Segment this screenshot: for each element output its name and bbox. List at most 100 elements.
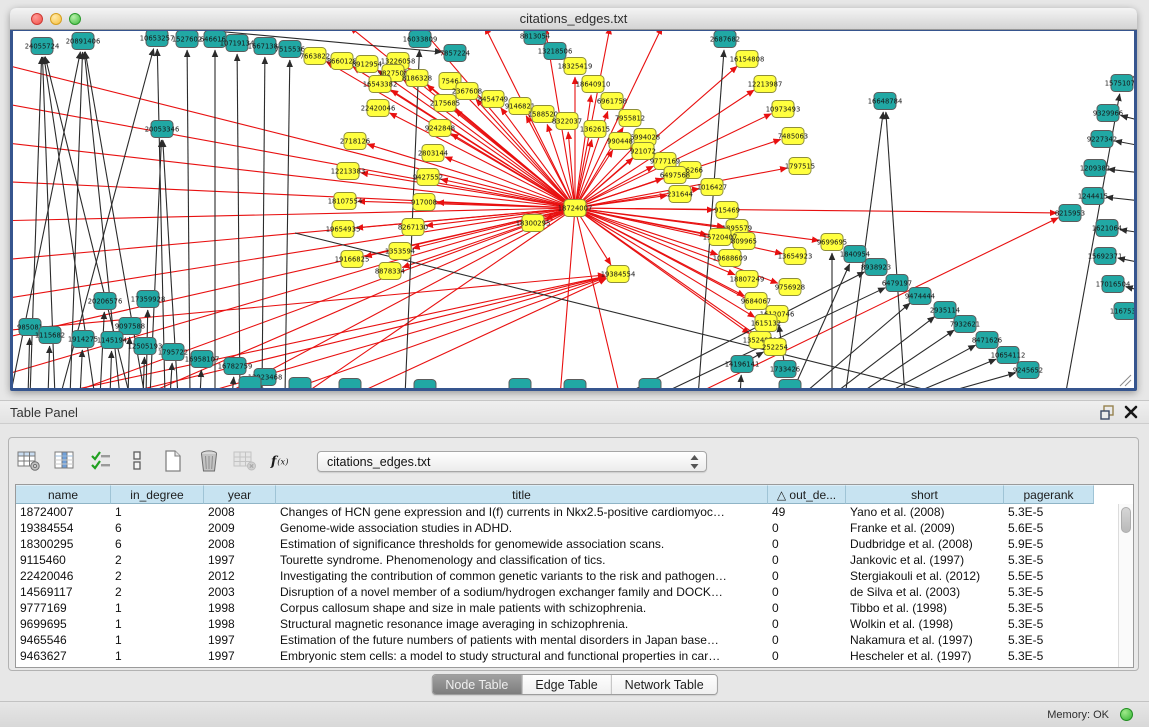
graph-node[interactable]: 18807249 — [730, 271, 765, 288]
table-select-dropdown[interactable]: citations_edges.txt — [317, 451, 707, 472]
graph-node[interactable]: 2367608 — [452, 83, 482, 100]
table-cell[interactable]: 5.5E-5 — [1004, 568, 1094, 584]
graph-node[interactable] — [289, 378, 311, 389]
graph-node[interactable]: 1588520 — [528, 106, 558, 123]
graph-node[interactable]: 9245652 — [1013, 362, 1043, 379]
table-cell[interactable]: Franke et al. (2009) — [846, 520, 1004, 536]
graph-edge[interactable] — [1133, 71, 1134, 77]
table-cell[interactable]: Stergiakouli et al. (2012) — [846, 568, 1004, 584]
graph-edge[interactable] — [855, 330, 954, 388]
graph-node[interactable]: 10654112 — [991, 347, 1026, 364]
graph-edge[interactable] — [110, 277, 605, 388]
delete-trash-icon[interactable] — [197, 449, 221, 473]
table-cell[interactable]: 0 — [768, 568, 846, 584]
table-cell[interactable]: 1 — [111, 632, 204, 648]
table-row[interactable]: 1456911722003Disruption of a novel membe… — [16, 584, 1118, 600]
graph-edge[interactable] — [215, 31, 442, 52]
table-cell[interactable]: 9699695 — [16, 616, 111, 632]
table-cell[interactable]: 0 — [768, 600, 846, 616]
graph-node[interactable]: 1797515 — [785, 158, 815, 175]
graph-edge[interactable] — [800, 303, 910, 388]
graph-node[interactable]: 9227342 — [1087, 131, 1117, 148]
column-header-out_de[interactable]: △ out_de... — [768, 485, 846, 504]
table-row[interactable]: 1830029562008Estimation of significance … — [16, 536, 1118, 552]
graph-node[interactable]: 20206576 — [88, 293, 123, 310]
graph-edge[interactable] — [1120, 230, 1134, 233]
graph-node[interactable]: 15751074 — [1105, 75, 1134, 92]
graph-node[interactable]: 8322037 — [552, 113, 582, 130]
show-columns-icon[interactable] — [53, 449, 77, 473]
table-cell[interactable]: Investigating the contribution of common… — [276, 568, 768, 584]
table-cell[interactable]: Disruption of a novel member of a sodium… — [276, 584, 768, 600]
table-cell[interactable]: Structural magnetic resonance image aver… — [276, 616, 768, 632]
table-cell[interactable]: 5.3E-5 — [1004, 504, 1094, 520]
table-cell[interactable]: 1998 — [204, 616, 276, 632]
graph-node[interactable]: 9242848 — [425, 120, 455, 137]
table-cell[interactable]: 2 — [111, 568, 204, 584]
table-cell[interactable]: Tourette syndrome. Phenomenology and cla… — [276, 552, 768, 568]
graph-node[interactable]: 7485063 — [778, 128, 808, 145]
new-column-document-icon[interactable] — [161, 449, 185, 473]
table-cell[interactable]: 2012 — [204, 568, 276, 584]
window-titlebar[interactable]: citations_edges.txt — [10, 8, 1137, 30]
graph-node[interactable]: 22420046 — [361, 100, 396, 117]
graph-node[interactable]: 252254 — [762, 339, 788, 356]
column-header-title[interactable]: title — [276, 485, 768, 504]
graph-node[interactable]: 9329966 — [1093, 105, 1123, 122]
graph-node[interactable]: 8813054 — [520, 31, 550, 45]
graph-node[interactable]: 990448 — [607, 133, 633, 150]
graph-edge[interactable] — [110, 351, 112, 388]
graph-node[interactable]: 17359928 — [131, 291, 166, 308]
graph-edge[interactable] — [13, 208, 575, 221]
graph-node[interactable]: 8267130 — [398, 219, 428, 236]
graph-node[interactable]: 9699695 — [817, 234, 847, 251]
graph-edge[interactable] — [262, 57, 265, 388]
network-canvas[interactable]: 2405572420891406106532571527602646616110… — [13, 31, 1134, 388]
table-cell[interactable]: 6 — [111, 520, 204, 536]
graph-node[interactable]: 8215953 — [1055, 205, 1085, 222]
table-cell[interactable]: 0 — [768, 520, 846, 536]
table-row[interactable]: 1938455462009Genome-wide association stu… — [16, 520, 1118, 536]
graph-edge[interactable] — [575, 178, 663, 208]
table-cell[interactable]: 0 — [768, 552, 846, 568]
table-cell[interactable]: 5.6E-5 — [1004, 520, 1094, 536]
table-cell[interactable]: 19384554 — [16, 520, 111, 536]
table-cell[interactable]: 1998 — [204, 600, 276, 616]
select-rows-checks-icon[interactable] — [89, 449, 113, 473]
float-panel-icon[interactable] — [1099, 405, 1115, 421]
graph-node[interactable] — [779, 380, 801, 389]
table-cell[interactable]: 0 — [768, 584, 846, 600]
table-cell[interactable]: 5.3E-5 — [1004, 600, 1094, 616]
graph-node[interactable]: 24055724 — [25, 38, 60, 55]
graph-node[interactable]: 7857224 — [440, 45, 470, 62]
graph-node[interactable]: 1244415 — [1078, 188, 1108, 205]
graph-node[interactable]: 16648784 — [868, 93, 903, 110]
table-cell[interactable]: 2 — [111, 584, 204, 600]
graph-node[interactable] — [239, 377, 261, 389]
table-cell[interactable]: 9465546 — [16, 632, 111, 648]
graph-edge[interactable] — [200, 370, 201, 388]
graph-node[interactable]: 10973493 — [766, 101, 801, 118]
table-cell[interactable]: 1997 — [204, 648, 276, 664]
graph-node[interactable]: 10653257 — [140, 31, 175, 47]
table-cell[interactable]: de Silva et al. (2003) — [846, 584, 1004, 600]
table-cell[interactable]: 49 — [768, 504, 846, 520]
graph-node[interactable]: 6961758 — [597, 93, 627, 110]
graph-node[interactable]: 7663822 — [300, 48, 330, 65]
table-cell[interactable]: 0 — [768, 616, 846, 632]
graph-node[interactable]: 15692371 — [1088, 248, 1123, 265]
graph-edge[interactable] — [285, 60, 290, 388]
graph-edge[interactable] — [740, 375, 741, 388]
resize-grip-icon[interactable] — [1120, 375, 1131, 386]
graph-edge[interactable] — [1121, 116, 1134, 121]
table-cell[interactable]: Corpus callosum shape and size in male p… — [276, 600, 768, 616]
graph-edge[interactable] — [575, 208, 718, 255]
graph-node[interactable]: 13654923 — [778, 248, 813, 265]
table-cell[interactable]: Dudbridge et al. (2008) — [846, 536, 1004, 552]
memory-status-indicator[interactable] — [1120, 708, 1133, 721]
graph-node[interactable]: 10688609 — [713, 250, 748, 267]
table-cell[interactable]: Nakamura et al. (1997) — [846, 632, 1004, 648]
graph-node[interactable]: 1795722 — [158, 344, 188, 361]
graph-node[interactable] — [639, 379, 661, 389]
graph-node[interactable]: 12213383 — [331, 163, 366, 180]
